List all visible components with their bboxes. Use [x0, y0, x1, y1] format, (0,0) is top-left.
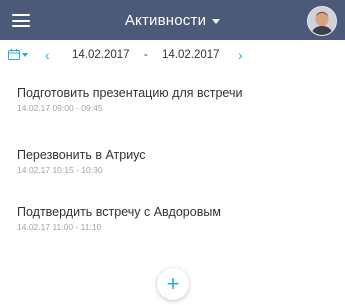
activity-title: Перезвонить в Атриус [17, 148, 146, 162]
date-separator: - [144, 49, 148, 61]
date-from[interactable]: 14.02.2017 [72, 49, 130, 61]
list-item[interactable]: Перезвонить в Атриус 14.02.17 10:15 - 10… [17, 148, 337, 175]
page-title[interactable]: Активности [125, 12, 206, 29]
chevron-down-icon [22, 52, 28, 57]
date-to[interactable]: 14.02.2017 [162, 49, 220, 61]
activity-title: Подтвердить встречу с Авдоровым [17, 205, 221, 219]
avatar[interactable] [307, 6, 337, 36]
calendar-icon [8, 49, 20, 60]
chevron-right-icon[interactable]: › [238, 47, 243, 63]
chevron-left-icon[interactable]: ‹ [45, 47, 50, 63]
activity-time: 14.02.17 09:00 - 09:45 [17, 103, 103, 113]
add-activity-button[interactable]: + [157, 268, 189, 300]
list-item[interactable]: Подтвердить встречу с Авдоровым 14.02.17… [17, 205, 337, 232]
activity-time: 14.02.17 10:15 - 10:30 [17, 165, 103, 175]
activity-title: Подготовить презентацию для встречи [17, 86, 243, 100]
list-item[interactable]: Подготовить презентацию для встречи 14.0… [17, 86, 337, 113]
section-switcher[interactable]: Активности [0, 0, 345, 40]
calendar-button[interactable] [8, 49, 28, 60]
top-bar: Активности [0, 0, 345, 40]
activity-time: 14.02.17 11:00 - 11:10 [17, 222, 102, 232]
plus-icon: + [166, 271, 180, 296]
chevron-down-icon[interactable] [212, 18, 221, 24]
date-filter-bar: ‹ 14.02.2017 - 14.02.2017 › [0, 40, 345, 70]
